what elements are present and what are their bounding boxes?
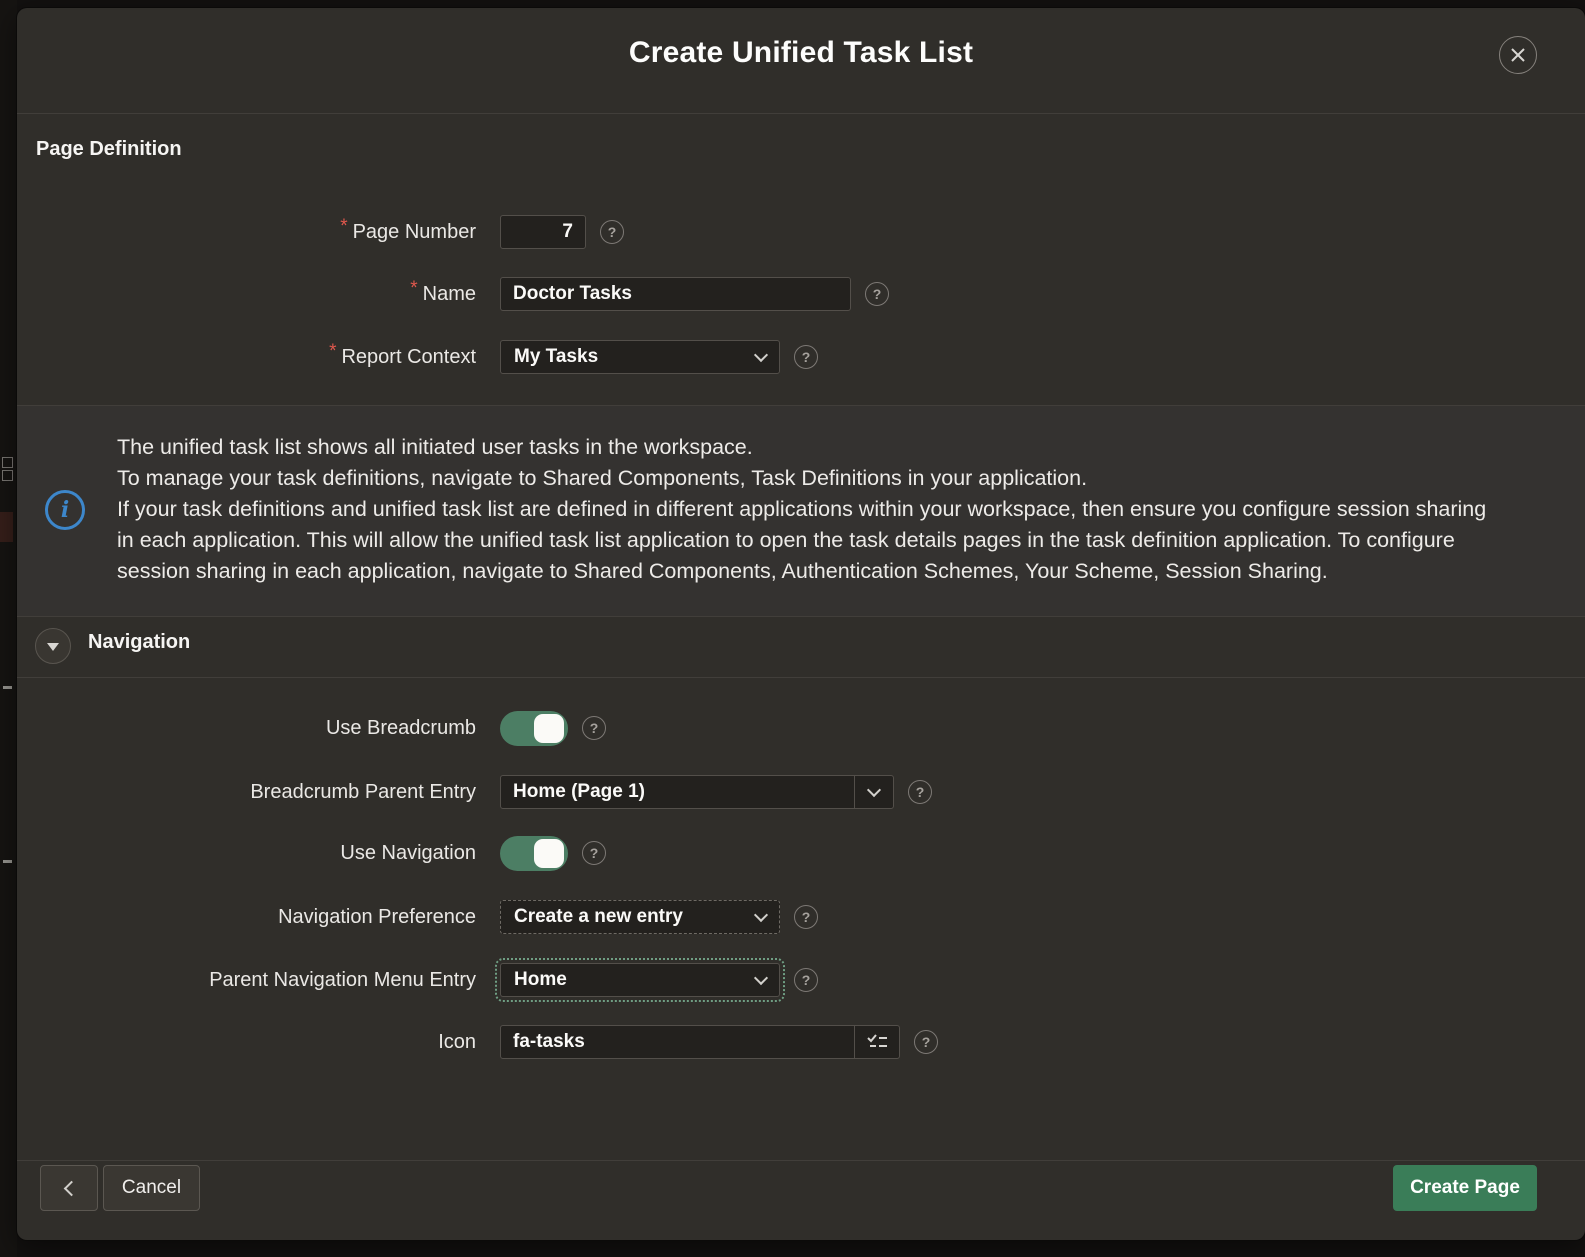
- help-icon[interactable]: ?: [914, 1030, 938, 1054]
- chevron-down-icon: [754, 970, 768, 984]
- icon-row: Icon ?: [17, 1019, 1585, 1065]
- help-icon[interactable]: ?: [908, 780, 932, 804]
- parent-navigation-menu-entry-value: Home: [514, 969, 567, 991]
- dialog-title: Create Unified Task List: [17, 36, 1585, 70]
- use-breadcrumb-toggle[interactable]: [500, 711, 568, 746]
- app-background: [0, 0, 17, 1257]
- required-marker: *: [340, 216, 347, 237]
- use-navigation-row: Use Navigation ?: [17, 830, 1585, 876]
- close-button[interactable]: [1499, 36, 1537, 74]
- info-icon: i: [45, 490, 85, 530]
- report-context-row: *Report Context My Tasks ?: [17, 334, 1585, 380]
- help-icon[interactable]: ?: [794, 968, 818, 992]
- chevron-down-icon: [754, 347, 768, 361]
- section-navigation: Navigation: [88, 631, 190, 654]
- navigation-preference-value: Create a new entry: [514, 906, 683, 928]
- breadcrumb-parent-input[interactable]: [500, 775, 855, 809]
- parent-navigation-menu-entry-label: Parent Navigation Menu Entry: [17, 969, 476, 992]
- navigation-preference-label: Navigation Preference: [17, 906, 476, 929]
- name-row: *Name ?: [17, 271, 1585, 317]
- info-region: i The unified task list shows all initia…: [17, 405, 1585, 617]
- chevron-down-icon: [867, 782, 881, 796]
- info-text: The unified task list shows all initiate…: [117, 432, 1497, 587]
- checklist-icon: [866, 1033, 888, 1051]
- create-unified-task-list-dialog: Create Unified Task List Page Definition…: [17, 8, 1585, 1240]
- breadcrumb-parent-row: Breadcrumb Parent Entry ?: [17, 769, 1585, 815]
- report-context-label: *Report Context: [17, 346, 476, 369]
- help-icon[interactable]: ?: [600, 220, 624, 244]
- close-icon: [1500, 37, 1536, 73]
- back-button[interactable]: [40, 1165, 98, 1211]
- page-number-label: *Page Number: [17, 221, 476, 244]
- use-breadcrumb-label: Use Breadcrumb: [17, 717, 476, 740]
- navigation-preference-row: Navigation Preference Create a new entry…: [17, 894, 1585, 940]
- report-context-value: My Tasks: [514, 346, 598, 368]
- icon-label: Icon: [17, 1031, 476, 1054]
- parent-navigation-menu-entry-select[interactable]: Home: [500, 963, 780, 997]
- help-icon[interactable]: ?: [865, 282, 889, 306]
- info-line: The unified task list shows all initiate…: [117, 432, 1497, 463]
- help-icon[interactable]: ?: [582, 716, 606, 740]
- navigation-divider: [17, 677, 1585, 678]
- toggle-knob: [534, 839, 564, 868]
- create-page-button[interactable]: Create Page: [1393, 1165, 1537, 1211]
- page-number-row: *Page Number ?: [17, 209, 1585, 255]
- background-region: [0, 512, 13, 542]
- use-breadcrumb-row: Use Breadcrumb ?: [17, 705, 1585, 751]
- section-page-definition: Page Definition: [36, 138, 182, 161]
- icon-picker-button[interactable]: [854, 1025, 900, 1059]
- cancel-button[interactable]: Cancel: [103, 1165, 200, 1211]
- help-icon[interactable]: ?: [794, 905, 818, 929]
- navigation-section-header: Navigation: [17, 623, 1585, 669]
- icon-input[interactable]: [500, 1025, 855, 1059]
- header-divider: [17, 113, 1585, 114]
- name-label: *Name: [17, 283, 476, 306]
- parent-navigation-menu-entry-row: Parent Navigation Menu Entry Home ?: [17, 957, 1585, 1003]
- report-context-select[interactable]: My Tasks: [500, 340, 780, 374]
- footer-divider: [17, 1160, 1585, 1161]
- navigation-preference-select[interactable]: Create a new entry: [500, 900, 780, 934]
- help-icon[interactable]: ?: [582, 841, 606, 865]
- page-number-input[interactable]: [500, 215, 586, 249]
- toggle-knob: [534, 714, 564, 743]
- use-navigation-toggle[interactable]: [500, 836, 568, 871]
- help-icon[interactable]: ?: [794, 345, 818, 369]
- required-marker: *: [410, 278, 417, 299]
- background-dash-icon: [3, 860, 12, 863]
- navigation-collapse-button[interactable]: [35, 628, 71, 664]
- chevron-left-icon: [63, 1180, 79, 1196]
- info-line: To manage your task definitions, navigat…: [117, 463, 1497, 494]
- info-line: If your task definitions and unified tas…: [117, 494, 1497, 587]
- chevron-down-icon: [754, 907, 768, 921]
- use-navigation-label: Use Navigation: [17, 842, 476, 865]
- breadcrumb-parent-label: Breadcrumb Parent Entry: [17, 781, 476, 804]
- breadcrumb-parent-dropdown-button[interactable]: [854, 775, 894, 809]
- required-marker: *: [329, 341, 336, 362]
- triangle-down-icon: [47, 643, 59, 651]
- name-input[interactable]: [500, 277, 851, 311]
- background-grid-icon: [2, 457, 13, 483]
- background-dash-icon: [3, 686, 12, 689]
